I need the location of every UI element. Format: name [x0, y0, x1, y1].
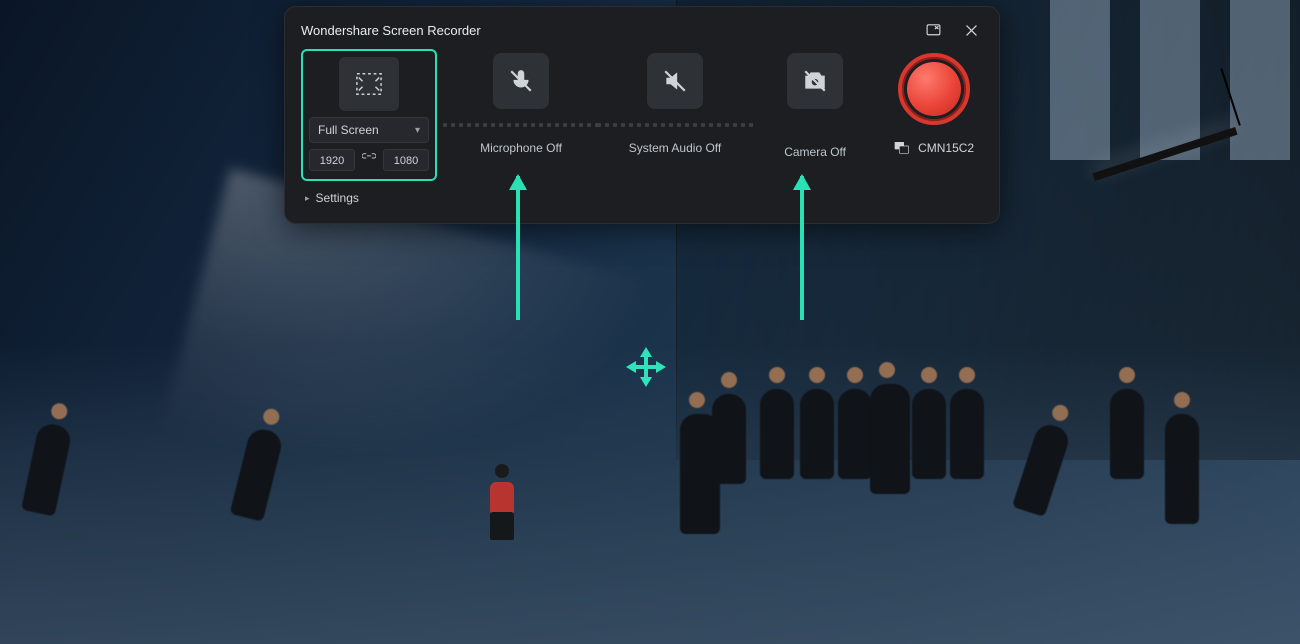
system-audio-toggle[interactable]: [647, 53, 703, 109]
close-button[interactable]: [959, 18, 983, 42]
link-lock-icon: [362, 152, 376, 164]
system-audio-level-meter: [597, 123, 753, 127]
settings-label: Settings: [316, 191, 359, 205]
close-icon: [963, 22, 980, 39]
camera-toggle[interactable]: [787, 53, 843, 109]
monitor-select[interactable]: CMN15C2: [894, 141, 974, 155]
player-character: [490, 464, 520, 534]
monitor-name: CMN15C2: [918, 141, 974, 155]
mic-level-meter: [443, 123, 599, 127]
microphone-toggle[interactable]: [493, 53, 549, 109]
capture-mode-label: Full Screen: [318, 123, 379, 137]
record-icon: [907, 62, 961, 116]
camera-block: Camera Off: [759, 49, 871, 159]
capture-area-block: Full Screen ▾ 1920 1080: [301, 49, 437, 181]
microphone-off-icon: [508, 68, 534, 94]
capture-move-handle[interactable]: [624, 345, 668, 389]
monitor-icon: [894, 141, 910, 155]
aspect-lock-toggle[interactable]: [362, 151, 376, 169]
capture-area-button[interactable]: [339, 57, 399, 111]
record-button[interactable]: [898, 53, 970, 125]
system-audio-label: System Audio Off: [629, 141, 722, 155]
system-audio-block: System Audio Off: [605, 49, 745, 155]
microphone-block: Microphone Off: [451, 49, 591, 155]
chevron-right-icon: ▸: [305, 193, 310, 204]
camera-label: Camera Off: [784, 145, 846, 159]
fullscreen-select-icon: [354, 71, 384, 97]
speaker-off-icon: [662, 68, 688, 94]
capture-mode-select[interactable]: Full Screen ▾: [309, 117, 429, 143]
microphone-label: Microphone Off: [480, 141, 562, 155]
move-handle-icon: [624, 345, 668, 389]
capture-height-input[interactable]: 1080: [383, 149, 429, 171]
collapse-button[interactable]: [921, 18, 945, 42]
chevron-down-icon: ▾: [415, 125, 420, 136]
annotation-arrow-microphone: [516, 176, 520, 320]
app-title: Wondershare Screen Recorder: [301, 23, 481, 38]
annotation-arrow-camera: [800, 176, 804, 320]
camera-off-icon: [802, 68, 828, 94]
collapse-icon: [925, 22, 942, 39]
record-block: CMN15C2: [885, 49, 983, 155]
recorder-panel: Wondershare Screen Recorder: [284, 6, 1000, 224]
settings-toggle[interactable]: ▸ Settings: [305, 191, 983, 205]
capture-width-input[interactable]: 1920: [309, 149, 355, 171]
